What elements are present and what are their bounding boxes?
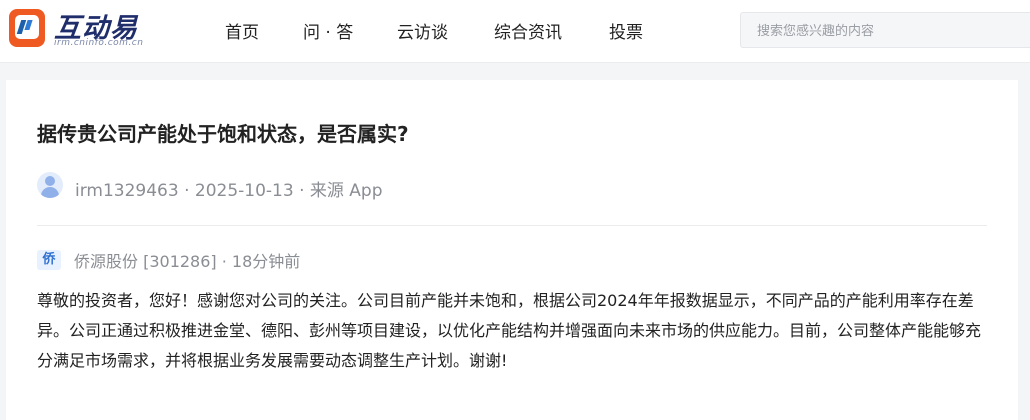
logo-icon[interactable] <box>9 9 45 47</box>
qa-card: 据传贵公司产能处于饱和状态，是否属实? irm1329463 · 2025-10… <box>6 80 1018 420</box>
question-title: 据传贵公司产能处于饱和状态，是否属实? <box>37 122 409 146</box>
logo-subtitle: irm.cninfo.com.cn <box>54 38 144 48</box>
question-meta: irm1329463 · 2025-10-13 · 来源 App <box>75 181 383 201</box>
nav-news[interactable]: 综合资讯 <box>494 18 562 43</box>
top-header: 互动易 irm.cninfo.com.cn 首页 问 · 答 云访谈 综合资讯 … <box>0 0 1030 63</box>
nav-qa[interactable]: 问 · 答 <box>303 18 353 43</box>
search-box <box>740 12 1030 49</box>
nav-home[interactable]: 首页 <box>225 18 259 43</box>
nav-vote[interactable]: 投票 <box>609 18 643 43</box>
company-meta[interactable]: 侨源股份 [301286] · 18分钟前 <box>74 248 300 272</box>
user-avatar-icon[interactable] <box>37 172 63 198</box>
search-input[interactable] <box>741 13 1029 49</box>
divider <box>37 225 987 226</box>
answer-text: 尊敬的投资者，您好！感谢您对公司的关注。公司目前产能并未饱和，根据公司2024年… <box>37 291 982 370</box>
nav-cloud-interview[interactable]: 云访谈 <box>397 18 448 43</box>
company-badge-icon: 侨 <box>37 250 61 270</box>
